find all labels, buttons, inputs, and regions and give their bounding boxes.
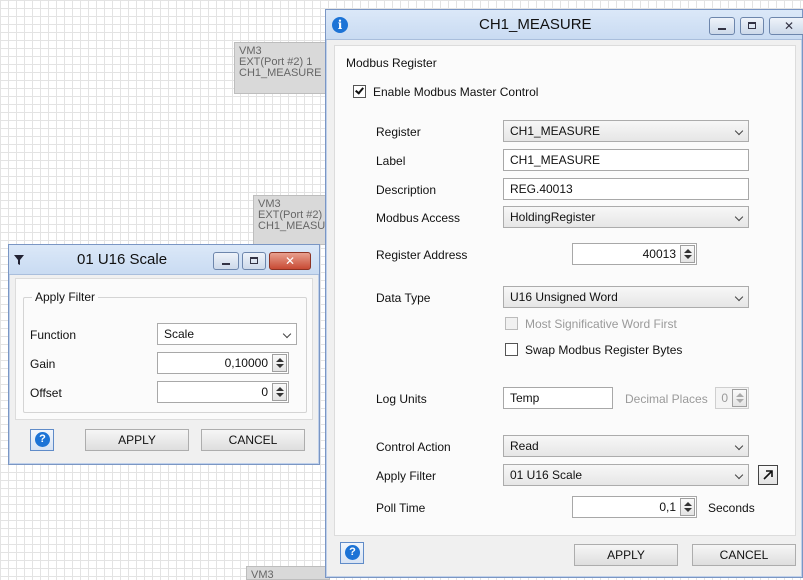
function-label: Function — [30, 328, 77, 342]
chevron-down-icon — [282, 329, 292, 339]
apply-button[interactable]: APPLY — [574, 544, 678, 566]
offset-input[interactable]: 0 — [157, 381, 289, 403]
cancel-button[interactable]: CANCEL — [692, 544, 796, 566]
modbus-access-label: Modbus Access — [376, 211, 461, 225]
apply-filter-select[interactable]: 01 U16 Scale — [503, 464, 749, 486]
maximize-button[interactable] — [740, 17, 764, 35]
spinner-icon[interactable] — [272, 383, 287, 401]
minimize-icon — [718, 28, 726, 30]
spinner-icon[interactable] — [680, 245, 695, 263]
data-type-value: U16 Unsigned Word — [510, 290, 618, 304]
minimize-button[interactable] — [709, 17, 735, 35]
log-units-input[interactable]: Temp — [503, 387, 613, 409]
spinner-icon[interactable] — [272, 354, 287, 372]
register-address-label: Register Address — [376, 248, 468, 262]
decimal-places-input[interactable]: 0 — [715, 387, 749, 409]
filter-window: 01 U16 Scale ✕ Apply Filter Function Sca… — [8, 244, 320, 465]
poll-time-unit: Seconds — [708, 501, 755, 515]
cancel-button[interactable]: CANCEL — [201, 429, 305, 451]
spinner-icon[interactable] — [732, 389, 747, 407]
close-button[interactable]: ✕ — [269, 252, 311, 270]
decimal-places-value: 0 — [721, 391, 728, 405]
label-input[interactable]: CH1_MEASURE — [503, 149, 749, 171]
help-button[interactable]: ? — [30, 429, 54, 451]
control-action-label: Control Action — [376, 440, 451, 454]
offset-value: 0 — [261, 385, 268, 399]
msw-first-checkbox[interactable] — [505, 317, 518, 330]
register-window-titlebar[interactable]: i CH1_MEASURE ✕ — [326, 10, 803, 40]
label-label: Label — [376, 154, 406, 168]
close-icon: ✕ — [284, 254, 296, 268]
minimize-button[interactable] — [213, 252, 239, 270]
maximize-icon — [748, 22, 756, 29]
register-window-title: CH1_MEASURE — [479, 16, 592, 33]
poll-time-value: 0,1 — [659, 500, 676, 514]
group-title: Modbus Register — [346, 56, 437, 70]
checkmark-icon — [355, 85, 364, 95]
log-units-label: Log Units — [376, 392, 427, 406]
canvas-node-1[interactable]: VM3 EXT(Port #2) 1 CH1_MEASURE — [234, 42, 330, 94]
description-label: Description — [376, 183, 437, 197]
help-button[interactable]: ? — [340, 542, 364, 564]
register-label: Register — [376, 125, 421, 139]
funnel-icon — [14, 255, 24, 265]
modbus-access-value: HoldingRegister — [510, 210, 596, 224]
swap-bytes-checkbox[interactable] — [505, 343, 518, 356]
swap-bytes-label: Swap Modbus Register Bytes — [525, 343, 683, 357]
filter-window-title: 01 U16 Scale — [77, 251, 168, 268]
enable-master-label: Enable Modbus Master Control — [373, 85, 539, 99]
close-button[interactable]: ✕ — [769, 17, 803, 35]
offset-label: Offset — [30, 386, 62, 400]
open-filter-button[interactable] — [758, 465, 778, 485]
enable-master-checkbox[interactable] — [353, 85, 366, 98]
gain-input[interactable]: 0,10000 — [157, 352, 289, 374]
gain-value: 0,10000 — [224, 356, 268, 370]
register-value: CH1_MEASURE — [510, 124, 601, 138]
node-line: CH1_MEASU — [258, 220, 326, 232]
register-panel: Modbus Register Enable Modbus Master Con… — [334, 45, 796, 536]
chevron-down-icon — [734, 212, 744, 222]
help-icon: ? — [345, 545, 360, 560]
apply-button[interactable]: APPLY — [85, 429, 189, 451]
apply-filter-value: 01 U16 Scale — [510, 468, 583, 482]
control-action-value: Read — [510, 439, 539, 453]
canvas-node-2[interactable]: VM3 EXT(Port #2) CH1_MEASU — [253, 195, 330, 245]
close-icon: ✕ — [783, 19, 795, 33]
chevron-down-icon — [734, 470, 744, 480]
register-window: i CH1_MEASURE ✕ Modbus Register Enable M… — [325, 9, 803, 578]
msw-first-label: Most Significative Word First — [525, 317, 677, 331]
register-address-input[interactable]: 40013 — [572, 243, 697, 265]
group-title: Apply Filter — [32, 290, 99, 304]
filter-panel: Apply Filter Function Scale Gain 0,10000… — [15, 278, 313, 420]
filter-window-titlebar[interactable]: 01 U16 Scale ✕ — [9, 245, 319, 275]
register-select[interactable]: CH1_MEASURE — [503, 120, 749, 142]
description-input[interactable]: REG.40013 — [503, 178, 749, 200]
poll-time-input[interactable]: 0,1 — [572, 496, 697, 518]
gain-label: Gain — [30, 357, 56, 371]
help-icon: ? — [35, 432, 50, 447]
modbus-access-select[interactable]: HoldingRegister — [503, 206, 749, 228]
decimal-places-label: Decimal Places — [625, 392, 708, 406]
poll-time-label: Poll Time — [376, 501, 426, 515]
data-type-select[interactable]: U16 Unsigned Word — [503, 286, 749, 308]
apply-filter-label: Apply Filter — [376, 469, 437, 483]
register-address-value: 40013 — [642, 247, 676, 261]
chevron-down-icon — [734, 126, 744, 136]
maximize-button[interactable] — [242, 252, 266, 270]
data-type-label: Data Type — [376, 291, 431, 305]
maximize-icon — [250, 257, 258, 264]
chevron-down-icon — [734, 441, 744, 451]
minimize-icon — [222, 263, 230, 265]
chevron-down-icon — [734, 292, 744, 302]
spinner-icon[interactable] — [680, 498, 695, 516]
node-line: VM3 — [251, 569, 274, 580]
control-action-select[interactable]: Read — [503, 435, 749, 457]
node-line: CH1_MEASURE — [239, 67, 322, 79]
function-select[interactable]: Scale — [157, 323, 297, 345]
function-value: Scale — [164, 327, 195, 341]
open-external-icon — [763, 470, 773, 480]
info-icon: i — [332, 17, 348, 33]
